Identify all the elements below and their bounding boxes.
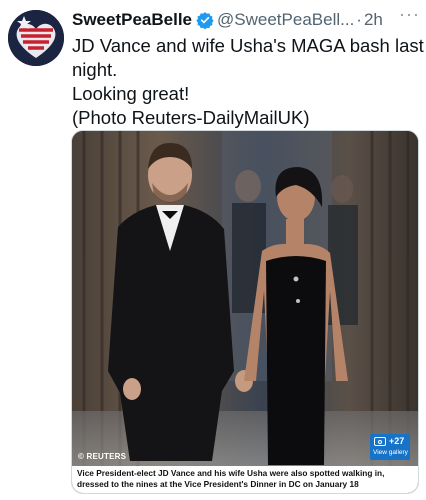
tweet-text-line: Looking great! [72,83,190,104]
avatar[interactable] [8,10,64,66]
photo-caption: Vice President-elect JD Vance and his wi… [72,466,418,493]
user-handle[interactable]: @SweetPeaBell... [217,10,354,30]
tweet-text-line: (Photo Reuters-DailyMailUK) [72,107,310,128]
event-photo[interactable] [72,131,418,466]
display-name[interactable]: SweetPeaBelle [72,10,192,30]
timestamp[interactable]: 2h [364,10,383,30]
photo-credit: © REUTERS [78,452,127,461]
gallery-count: +27 [389,436,405,446]
view-gallery-button[interactable]: +27 View gallery [370,434,410,460]
tweet[interactable]: SweetPeaBelle @SweetPeaBell... · 2h ··· … [0,0,426,500]
tweet-text-line: JD Vance and wife Usha's MAGA bash last [72,35,424,56]
separator-dot: · [356,10,362,29]
camera-icon [374,437,386,446]
tweet-header: SweetPeaBelle @SweetPeaBell... · 2h [72,8,418,32]
media-card[interactable]: © REUTERS +27 View gallery Vice Presiden… [71,130,419,494]
tweet-text-line: night. [72,59,118,80]
gallery-label: View gallery [373,449,408,456]
more-options-icon[interactable]: ··· [399,4,420,25]
verified-badge-icon [196,12,214,29]
flag-heart-avatar-image [8,10,64,66]
tweet-text: JD Vance and wife Usha's MAGA bash last … [72,34,424,130]
